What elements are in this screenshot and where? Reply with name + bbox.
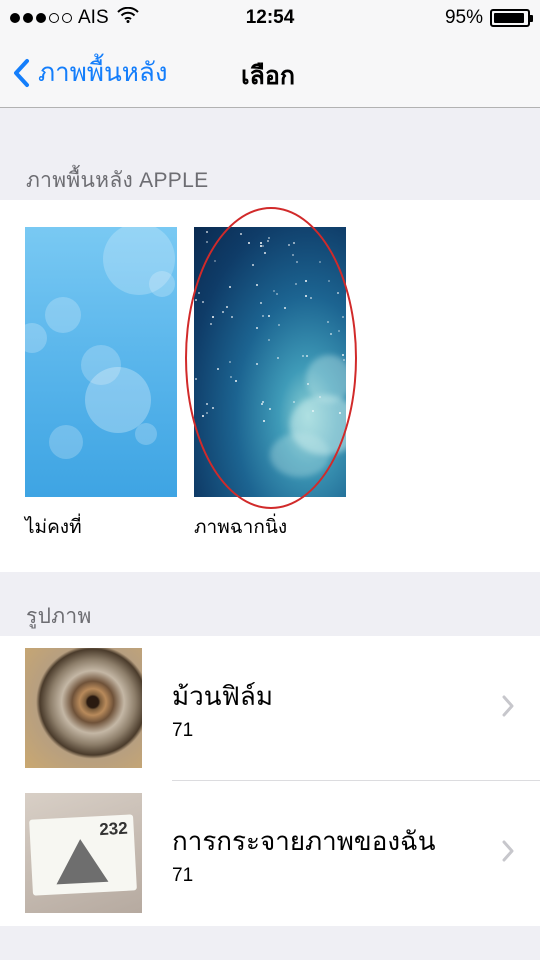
star-dot — [195, 298, 198, 301]
section-header-photos: รูปภาพ — [26, 605, 92, 628]
star-dot — [262, 401, 265, 404]
star-dot — [230, 315, 233, 318]
chevron-right-icon — [502, 695, 514, 717]
star-dot — [264, 252, 267, 255]
wallpaper-dynamic-label: ไม่คงที่ — [25, 517, 82, 538]
star-dot — [278, 324, 281, 327]
back-button[interactable]: ภาพพื้นหลัง — [12, 52, 168, 93]
star-dot — [201, 300, 204, 303]
star-dot — [239, 232, 242, 235]
star-dot — [210, 322, 213, 325]
battery-level — [494, 13, 525, 23]
star-dot — [341, 316, 344, 319]
star-dot — [255, 283, 258, 286]
star-dot — [217, 368, 220, 371]
star-dot — [329, 332, 332, 335]
star-dot — [304, 280, 307, 283]
star-dot — [304, 294, 307, 297]
star-dot — [287, 244, 290, 247]
star-dot — [229, 375, 232, 378]
star-dot — [276, 293, 279, 296]
star-dot — [284, 307, 287, 310]
photos-panel: ม้วนฟิล์ม 71 232 การกระจายภาพของฉัน 71 — [0, 636, 540, 926]
battery-percent-label: 95% — [444, 7, 483, 28]
star-dot — [342, 354, 345, 357]
star-dot — [318, 260, 321, 263]
star-dot — [212, 406, 215, 409]
star-dot — [259, 302, 262, 305]
star-dot — [309, 297, 312, 300]
star-dot — [292, 242, 295, 245]
star-dot — [229, 361, 232, 364]
star-dot — [234, 380, 237, 383]
star-dot — [277, 357, 280, 360]
star-dot — [267, 239, 270, 242]
star-dot — [273, 289, 276, 292]
star-dot — [206, 240, 209, 243]
star-dot — [206, 231, 209, 234]
star-dot — [247, 242, 250, 245]
navigation-bar: ภาพพื้นหลัง เลือก — [0, 36, 540, 108]
star-dot — [301, 354, 304, 357]
star-dot — [293, 400, 296, 403]
status-right: 95% — [444, 7, 533, 29]
star-dot — [228, 286, 231, 289]
battery-icon — [490, 9, 533, 27]
star-dot — [212, 315, 215, 318]
chevron-left-icon — [14, 58, 29, 87]
section-header-apple-wallpapers: ภาพพื้นหลัง APPLE — [26, 169, 209, 192]
apple-wallpapers-panel: ไม่คงที่ ภาพฉากนิ่ง — [0, 200, 540, 572]
star-dot — [306, 355, 309, 358]
star-dot — [205, 402, 208, 405]
wallpaper-dynamic-thumbnail[interactable] — [25, 227, 177, 497]
page-title: เลือก — [241, 62, 296, 90]
star-dot — [261, 314, 264, 317]
star-dot — [337, 291, 340, 294]
wallpaper-still-label: ภาพฉากนิ่ง — [194, 517, 288, 538]
back-button-label: ภาพพื้นหลัง — [38, 57, 168, 87]
star-dot — [318, 395, 321, 398]
star-dot — [294, 283, 297, 286]
star-dot — [195, 378, 198, 381]
album-row-photo-stream[interactable]: 232 การกระจายภาพของฉัน 71 — [0, 781, 540, 926]
star-dot — [342, 358, 345, 361]
star-dot — [262, 420, 265, 423]
star-dot — [295, 260, 298, 263]
star-dot — [268, 408, 271, 411]
star-dot — [328, 279, 331, 282]
camera-roll-thumbnail — [25, 648, 142, 768]
photo-stream-thumbnail: 232 — [25, 793, 142, 913]
status-bar: AIS 12:54 95% — [0, 0, 540, 36]
star-dot — [326, 321, 329, 324]
album-row-camera-roll[interactable]: ม้วนฟิล์ม 71 — [0, 636, 540, 781]
star-dot — [197, 291, 200, 294]
star-dot — [214, 259, 217, 262]
album-title: การกระจายภาพของฉัน — [172, 826, 436, 856]
star-dot — [267, 339, 270, 342]
album-count: 71 — [172, 720, 194, 741]
album-title: ม้วนฟิล์ม — [172, 681, 273, 711]
star-dot — [205, 412, 208, 415]
star-dot — [201, 414, 204, 417]
star-dot — [260, 403, 263, 406]
wallpaper-still-thumbnail[interactable] — [194, 227, 346, 497]
temple-image — [54, 837, 109, 885]
star-dot — [268, 314, 271, 317]
star-dot — [291, 254, 294, 257]
album-count: 71 — [172, 865, 194, 886]
star-dot — [337, 329, 340, 332]
star-dot — [226, 305, 229, 308]
star-dot — [255, 363, 258, 366]
chevron-right-icon — [502, 840, 514, 862]
star-dot — [256, 326, 259, 329]
star-dot — [252, 263, 255, 266]
star-dot — [222, 310, 225, 313]
star-dot — [260, 242, 263, 245]
ticket-card: 232 — [29, 814, 137, 896]
